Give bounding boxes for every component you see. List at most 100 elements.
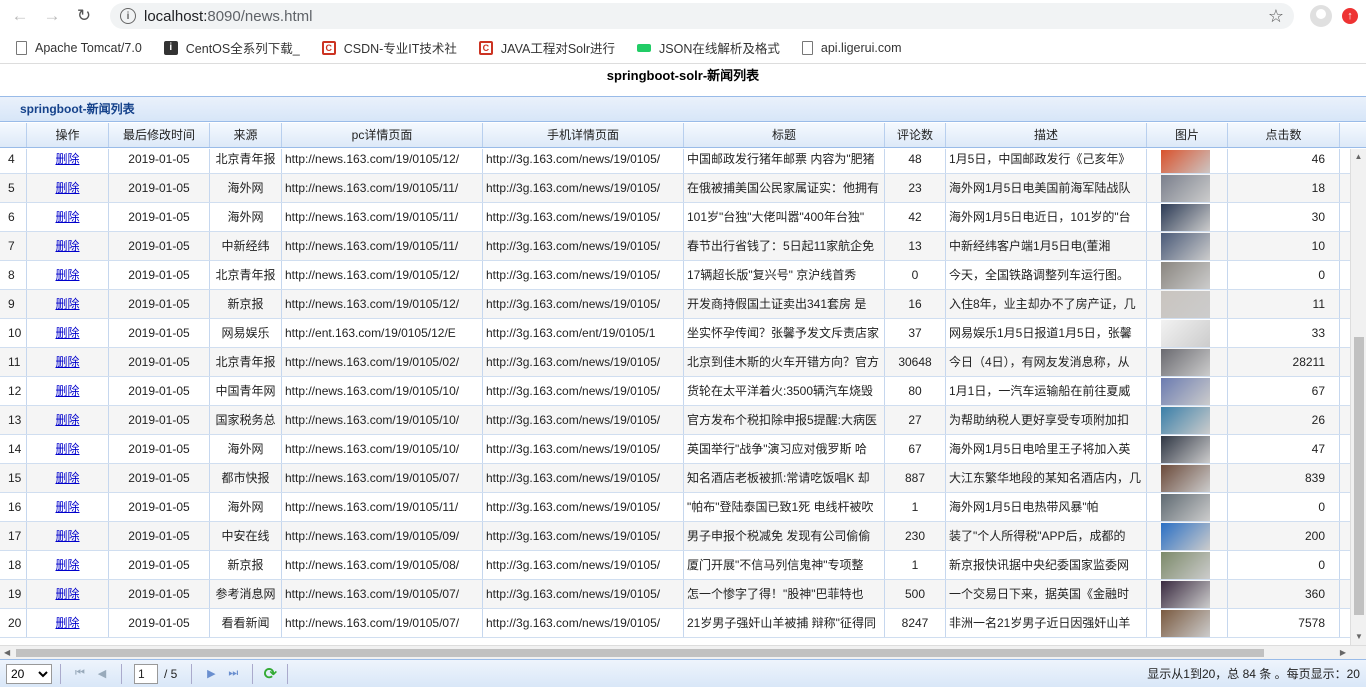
delete-button[interactable]: 删除	[55, 529, 79, 543]
header-col-pc-url[interactable]: pc详情页面	[282, 123, 483, 147]
table-row[interactable]: 13 删除 2019-01-05 国家税务总 http://news.163.com/1…	[0, 406, 1350, 435]
bookmark-item[interactable]: api.ligerui.com	[801, 40, 901, 55]
news-thumbnail[interactable]	[1161, 320, 1210, 347]
bookmark-item[interactable]: C JAVA工程对Solr进行	[478, 38, 615, 57]
delete-button[interactable]: 删除	[55, 471, 79, 485]
table-row[interactable]: 6 删除 2019-01-05 海外网 http://news.163.com/19/0…	[0, 203, 1350, 232]
table-row[interactable]: 10 删除 2019-01-05 网易娱乐 http://ent.163.com/19/…	[0, 319, 1350, 348]
bookmark-item[interactable]: C CSDN-专业IT技术社	[321, 38, 457, 57]
row-number: 19	[0, 580, 27, 608]
news-thumbnail[interactable]	[1161, 378, 1210, 405]
last-page-icon[interactable]: ⏭	[225, 666, 241, 682]
scrollbar-thumb[interactable]	[1354, 337, 1364, 615]
news-thumbnail[interactable]	[1161, 349, 1210, 376]
news-thumbnail[interactable]	[1161, 175, 1210, 202]
cell-comments: 42	[885, 203, 946, 231]
delete-button[interactable]: 删除	[55, 587, 79, 601]
news-thumbnail[interactable]	[1161, 291, 1210, 318]
header-col-image[interactable]: 图片	[1147, 123, 1228, 147]
page-number-input[interactable]: 1	[134, 663, 158, 684]
info-icon[interactable]: i	[120, 8, 136, 24]
delete-button[interactable]: 删除	[55, 442, 79, 456]
delete-button[interactable]: 删除	[55, 413, 79, 427]
delete-button[interactable]: 删除	[55, 558, 79, 572]
address-bar[interactable]: i localhost: 8090/news.html ☆	[110, 3, 1294, 29]
delete-button[interactable]: 删除	[55, 500, 79, 514]
header-col-modified[interactable]: 最后修改时间	[109, 123, 210, 147]
hscrollbar-thumb[interactable]	[16, 649, 1264, 657]
news-thumbnail[interactable]	[1161, 150, 1210, 173]
news-thumbnail[interactable]	[1161, 204, 1210, 231]
table-row[interactable]: 12 删除 2019-01-05 中国青年网 http://news.163.com/1…	[0, 377, 1350, 406]
table-row[interactable]: 15 删除 2019-01-05 都市快报 http://news.163.com/19…	[0, 464, 1350, 493]
bookmark-item[interactable]: JSON在线解析及格式	[637, 38, 780, 57]
header-col-title[interactable]: 标题	[684, 123, 885, 147]
news-thumbnail[interactable]	[1161, 233, 1210, 260]
table-row[interactable]: 9 删除 2019-01-05 新京报 http://news.163.com/19/0…	[0, 290, 1350, 319]
news-thumbnail[interactable]	[1161, 262, 1210, 289]
table-row[interactable]: 4 删除 2019-01-05 北京青年报 http://news.163.com/19…	[0, 149, 1350, 174]
news-thumbnail[interactable]	[1161, 407, 1210, 434]
scroll-right-icon[interactable]: ▶	[1340, 646, 1346, 660]
header-col-source[interactable]: 来源	[210, 123, 282, 147]
scroll-up-icon[interactable]: ▲	[1351, 149, 1366, 165]
first-page-icon[interactable]: ⏮	[72, 666, 88, 682]
cell-source: 看看新闻	[210, 609, 282, 637]
profile-avatar-icon[interactable]	[1310, 5, 1332, 27]
header-col-desc[interactable]: 描述	[946, 123, 1147, 147]
cell-modified: 2019-01-05	[109, 377, 210, 405]
cell-mobile-url: http://3g.163.com/news/19/0105/	[483, 290, 684, 318]
delete-button[interactable]: 删除	[55, 297, 79, 311]
row-number: 5	[0, 174, 27, 202]
table-row[interactable]: 20 删除 2019-01-05 看看新闻 http://news.163.com/19…	[0, 609, 1350, 638]
delete-button[interactable]: 删除	[55, 326, 79, 340]
table-row[interactable]: 8 删除 2019-01-05 北京青年报 http://news.163.com/19…	[0, 261, 1350, 290]
header-col-clicks[interactable]: 点击数	[1228, 123, 1340, 147]
header-col-comments[interactable]: 评论数	[885, 123, 946, 147]
news-thumbnail[interactable]	[1161, 581, 1210, 608]
delete-button[interactable]: 删除	[55, 210, 79, 224]
bookmark-star-icon[interactable]: ☆	[1268, 6, 1284, 27]
news-thumbnail[interactable]	[1161, 465, 1210, 492]
table-row[interactable]: 19 删除 2019-01-05 参考消息网 http://news.163.com/1…	[0, 580, 1350, 609]
news-thumbnail[interactable]	[1161, 523, 1210, 550]
vertical-scrollbar[interactable]: ▲ ▼	[1350, 149, 1366, 645]
table-row[interactable]: 14 删除 2019-01-05 海外网 http://news.163.com/19/…	[0, 435, 1350, 464]
news-thumbnail[interactable]	[1161, 610, 1210, 637]
back-arrow-icon[interactable]: ←	[8, 4, 32, 28]
table-row[interactable]: 7 删除 2019-01-05 中新经纬 http://news.163.com/19/…	[0, 232, 1350, 261]
delete-button[interactable]: 删除	[55, 181, 79, 195]
extension-icon[interactable]: ↑	[1342, 8, 1358, 24]
bookmark-item[interactable]: Apache Tomcat/7.0	[16, 40, 142, 55]
cell-modified: 2019-01-05	[109, 609, 210, 637]
table-row[interactable]: 17 删除 2019-01-05 中安在线 http://news.163.com/19…	[0, 522, 1350, 551]
cell-source: 网易娱乐	[210, 319, 282, 347]
header-col-mobile-url[interactable]: 手机详情页面	[483, 123, 684, 147]
table-row[interactable]: 5 删除 2019-01-05 海外网 http://news.163.com/19/0…	[0, 174, 1350, 203]
page-size-select[interactable]: 20	[6, 663, 52, 684]
table-row[interactable]: 16 删除 2019-01-05 海外网 http://news.163.com/19/…	[0, 493, 1350, 522]
delete-button[interactable]: 删除	[55, 239, 79, 253]
refresh-icon[interactable]: ⟳	[261, 665, 279, 683]
news-thumbnail[interactable]	[1161, 494, 1210, 521]
bookmark-item[interactable]: i CentOS全系列下载_	[163, 38, 300, 57]
delete-button[interactable]: 删除	[55, 268, 79, 282]
delete-button[interactable]: 删除	[55, 384, 79, 398]
prev-page-icon[interactable]: ◀	[94, 666, 110, 682]
forward-arrow-icon[interactable]: →	[40, 4, 64, 28]
delete-button[interactable]: 删除	[55, 152, 79, 166]
scroll-left-icon[interactable]: ◀	[4, 646, 10, 660]
reload-icon[interactable]: ↻	[72, 4, 96, 28]
scroll-down-icon[interactable]: ▼	[1351, 629, 1366, 645]
delete-button[interactable]: 删除	[55, 616, 79, 630]
delete-button[interactable]: 删除	[55, 355, 79, 369]
table-row[interactable]: 18 删除 2019-01-05 新京报 http://news.163.com/19/…	[0, 551, 1350, 580]
news-thumbnail[interactable]	[1161, 552, 1210, 579]
news-thumbnail[interactable]	[1161, 436, 1210, 463]
next-page-icon[interactable]: ▶	[203, 666, 219, 682]
header-col-action[interactable]: 操作	[27, 123, 109, 147]
horizontal-scrollbar[interactable]: ◀ ▶	[0, 645, 1366, 659]
cell-clicks: 30	[1228, 203, 1340, 231]
cell-pc-url: http://news.163.com/19/0105/09/	[282, 522, 483, 550]
table-row[interactable]: 11 删除 2019-01-05 北京青年报 http://news.163.com/1…	[0, 348, 1350, 377]
